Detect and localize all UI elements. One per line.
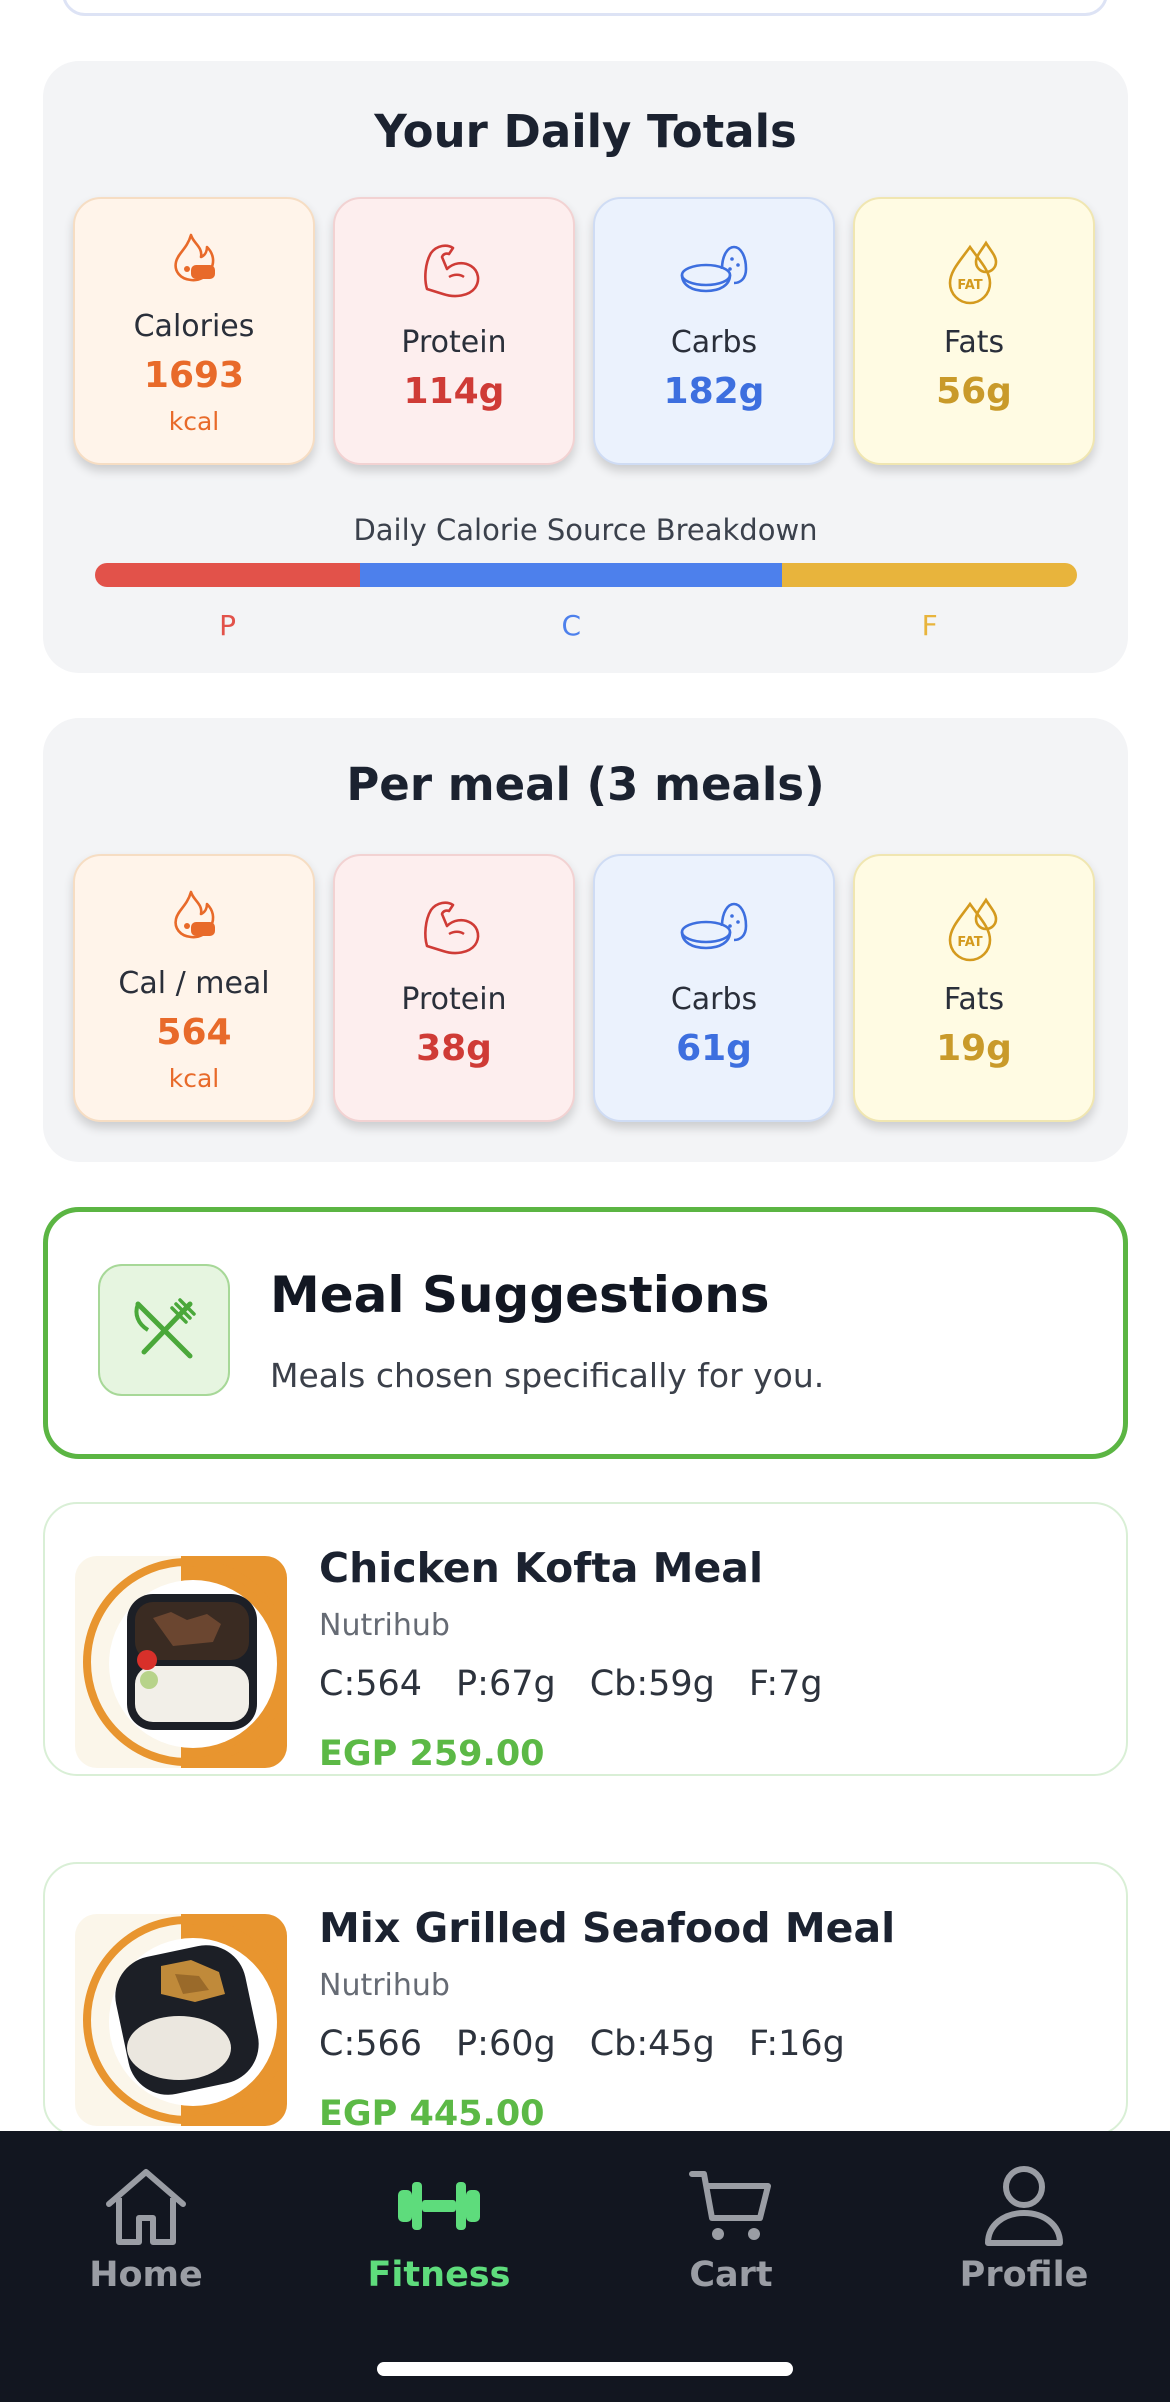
tab-cart-label: Cart bbox=[689, 2255, 773, 2295]
meal-fat: F:16g bbox=[748, 2024, 845, 2064]
tab-fitness[interactable]: Fitness bbox=[339, 2161, 539, 2295]
fat-drop-icon: FAT bbox=[855, 239, 1093, 305]
muscle-icon bbox=[335, 239, 573, 301]
meal-name: Chicken Kofta Meal bbox=[319, 1544, 763, 1592]
meal-name: Mix Grilled Seafood Meal bbox=[319, 1904, 896, 1952]
meal-brand: Nutrihub bbox=[319, 1968, 450, 2003]
fats-value: 56g bbox=[936, 371, 1012, 412]
cart-icon bbox=[631, 2161, 831, 2251]
carbs-bar-label: C bbox=[561, 609, 582, 642]
meal-protein: P:60g bbox=[456, 2024, 556, 2064]
calorie-breakdown-bar bbox=[95, 563, 1077, 587]
protein-per-meal-value: 38g bbox=[416, 1028, 492, 1069]
calories-unit: kcal bbox=[168, 407, 220, 436]
fats-per-meal-label: Fats bbox=[943, 982, 1005, 1017]
carbs-per-meal-label: Carbs bbox=[670, 982, 758, 1017]
fats-segment bbox=[782, 563, 1077, 587]
tab-cart[interactable]: Cart bbox=[631, 2161, 831, 2295]
home-indicator bbox=[377, 2362, 793, 2376]
fats-per-meal-card: FAT Fats 19g bbox=[853, 854, 1095, 1122]
bread-icon bbox=[595, 239, 833, 299]
meal-image bbox=[75, 1556, 287, 1768]
fats-label: Fats bbox=[943, 325, 1005, 360]
carbs-label: Carbs bbox=[670, 325, 758, 360]
per-meal-title: Per meal (3 meals) bbox=[346, 758, 825, 811]
calories-per-meal-card: Cal / meal 564 kcal bbox=[73, 854, 315, 1122]
flame-icon bbox=[75, 229, 313, 291]
meal-card[interactable]: Mix Grilled Seafood Meal Nutrihub C:566 … bbox=[43, 1862, 1128, 2136]
meal-macros: C:564 P:67g Cb:59g F:7g bbox=[319, 1664, 823, 1704]
calories-card: Calories 1693 kcal bbox=[73, 197, 315, 465]
meal-protein: P:67g bbox=[456, 1664, 556, 1704]
protein-per-meal-label: Protein bbox=[401, 982, 507, 1017]
muscle-icon bbox=[335, 896, 573, 958]
meal-macros: C:566 P:60g Cb:45g F:16g bbox=[319, 2024, 845, 2064]
meal-price: EGP 445.00 bbox=[319, 2094, 545, 2134]
tab-fitness-label: Fitness bbox=[367, 2255, 511, 2295]
meal-fat: F:7g bbox=[748, 1664, 823, 1704]
profile-icon bbox=[924, 2161, 1124, 2251]
calories-per-meal-unit: kcal bbox=[168, 1064, 220, 1093]
protein-label: Protein bbox=[401, 325, 507, 360]
dumbbell-icon bbox=[339, 2161, 539, 2251]
protein-card: Protein 114g bbox=[333, 197, 575, 465]
per-meal-panel: Per meal (3 meals) Cal / meal 564 kcal P… bbox=[43, 718, 1128, 1162]
bread-icon bbox=[595, 896, 833, 956]
calories-label: Calories bbox=[133, 309, 255, 344]
suggestions-subtitle: Meals chosen specifically for you. bbox=[270, 1356, 825, 1395]
calories-per-meal-value: 564 bbox=[156, 1012, 232, 1053]
previous-card-edge bbox=[62, 0, 1108, 16]
svg-text:FAT: FAT bbox=[957, 935, 982, 950]
daily-totals-title: Your Daily Totals bbox=[374, 105, 797, 158]
carbs-per-meal-value: 61g bbox=[676, 1028, 752, 1069]
meal-card[interactable]: Chicken Kofta Meal Nutrihub C:564 P:67g … bbox=[43, 1502, 1128, 1776]
carbs-per-meal-card: Carbs 61g bbox=[593, 854, 835, 1122]
protein-segment bbox=[95, 563, 361, 587]
carbs-card: Carbs 182g bbox=[593, 197, 835, 465]
meal-calories: C:566 bbox=[319, 2024, 423, 2064]
calories-per-meal-label: Cal / meal bbox=[118, 966, 270, 1001]
carbs-segment bbox=[360, 563, 783, 587]
fats-card: FAT Fats 56g bbox=[853, 197, 1095, 465]
protein-per-meal-card: Protein 38g bbox=[333, 854, 575, 1122]
calories-value: 1693 bbox=[143, 355, 245, 396]
meal-image bbox=[75, 1914, 287, 2126]
tab-home[interactable]: Home bbox=[46, 2161, 246, 2295]
fitness-screen: Your Daily Totals Calories 1693 kcal Pro… bbox=[0, 0, 1170, 2402]
tab-home-label: Home bbox=[89, 2255, 203, 2295]
flame-icon bbox=[75, 886, 313, 948]
protein-value: 114g bbox=[403, 371, 505, 412]
carbs-value: 182g bbox=[663, 371, 765, 412]
meal-calories: C:564 bbox=[319, 1664, 423, 1704]
meal-suggestions-header: Meal Suggestions Meals chosen specifical… bbox=[43, 1207, 1128, 1459]
protein-bar-label: P bbox=[219, 609, 237, 642]
daily-totals-panel: Your Daily Totals Calories 1693 kcal Pro… bbox=[43, 61, 1128, 673]
meal-carbs: Cb:45g bbox=[589, 2024, 715, 2064]
breakdown-title: Daily Calorie Source Breakdown bbox=[353, 513, 818, 547]
meal-price: EGP 259.00 bbox=[319, 1734, 545, 1774]
fat-drop-icon: FAT bbox=[855, 896, 1093, 962]
tab-profile[interactable]: Profile bbox=[924, 2161, 1124, 2295]
tab-profile-label: Profile bbox=[959, 2255, 1089, 2295]
meal-carbs: Cb:59g bbox=[589, 1664, 715, 1704]
meal-brand: Nutrihub bbox=[319, 1608, 450, 1643]
fats-bar-label: F bbox=[921, 609, 938, 642]
home-icon bbox=[46, 2161, 246, 2251]
fats-per-meal-value: 19g bbox=[936, 1028, 1012, 1069]
svg-text:FAT: FAT bbox=[957, 278, 982, 293]
utensils-icon bbox=[98, 1264, 230, 1396]
suggestions-title: Meal Suggestions bbox=[270, 1266, 770, 1324]
